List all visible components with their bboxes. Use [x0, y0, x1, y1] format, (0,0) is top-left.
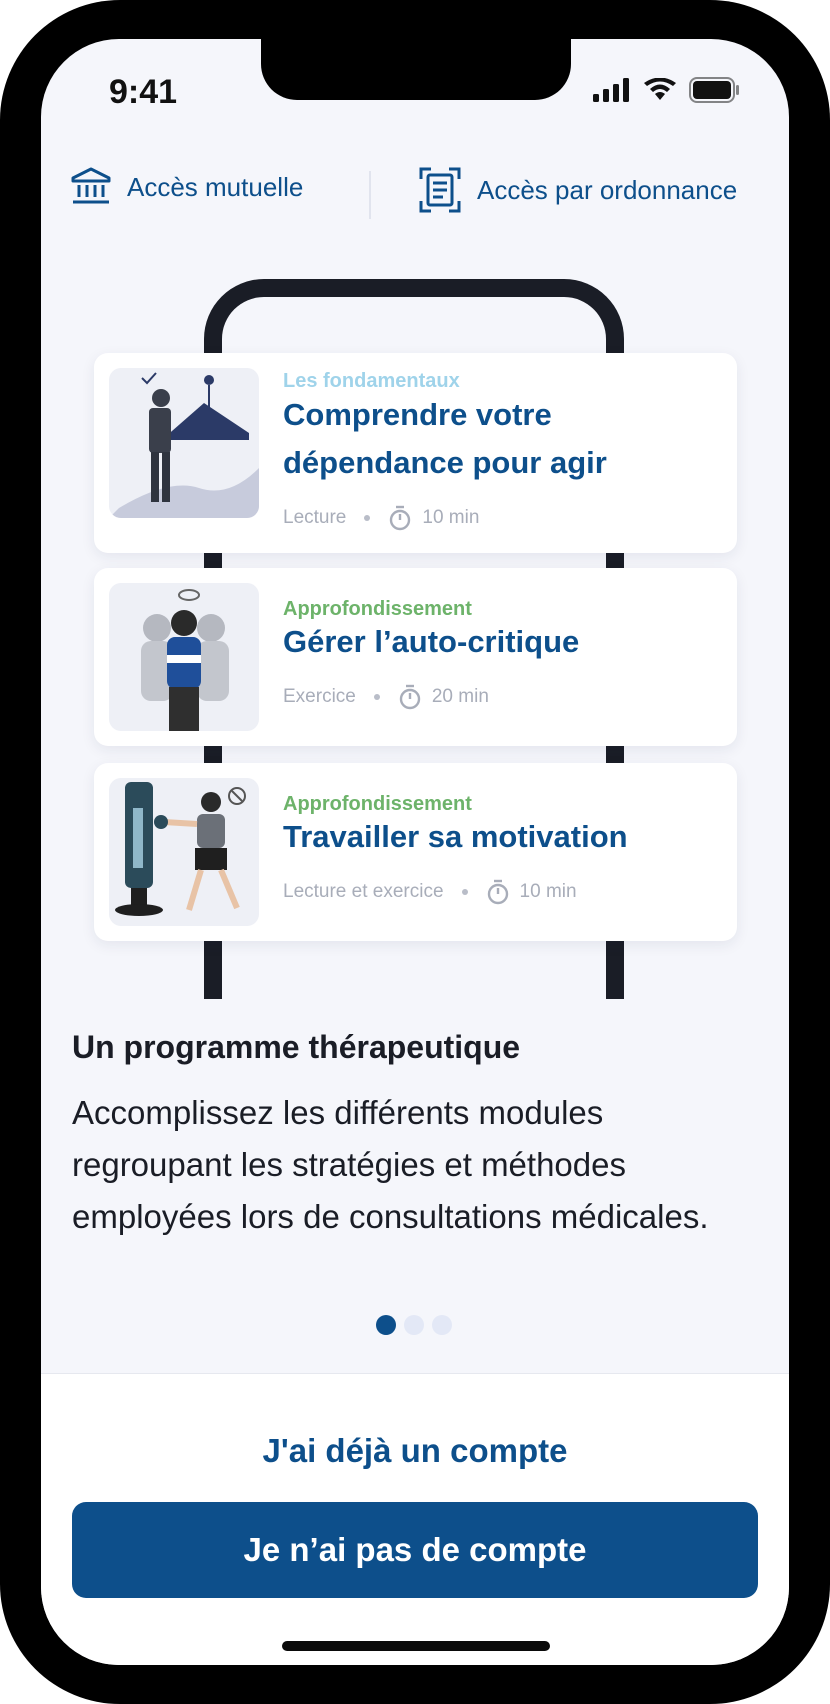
- module-type: Lecture et exercice: [283, 881, 444, 902]
- module-title: Gérer l’auto-critique: [283, 624, 580, 659]
- document-scan-icon: [419, 167, 461, 213]
- wifi-icon: [644, 78, 676, 100]
- separator-dot: [364, 515, 371, 521]
- module-card[interactable]: Approfondissement Travailler sa motivati…: [94, 763, 737, 941]
- onboarding-description: Accomplissez les différents modules regr…: [72, 1094, 709, 1235]
- notch: [261, 39, 571, 100]
- module-title: Comprendre votre dépendance pour agir: [283, 397, 607, 480]
- cellular-signal-icon: [593, 78, 629, 102]
- module-title: Travailler sa motivation: [283, 819, 628, 854]
- access-ordonnance-button[interactable]: Accès par ordonnance: [419, 167, 737, 213]
- page-dot-active[interactable]: [376, 1315, 396, 1335]
- bank-icon: [71, 167, 111, 204]
- access-ordonnance-label: Accès par ordonnance: [477, 174, 738, 205]
- status-icons: [593, 77, 741, 103]
- module-card[interactable]: Approfondissement Gérer l’auto-critique …: [94, 568, 737, 746]
- page-dot[interactable]: [432, 1315, 452, 1335]
- status-time: 9:41: [109, 73, 178, 111]
- module-category: Les fondamentaux: [283, 370, 460, 392]
- signup-button[interactable]: Je n’ai pas de compte: [72, 1502, 758, 1598]
- separator-dot: [461, 889, 468, 895]
- login-link[interactable]: J'ai déjà un compte: [41, 1432, 789, 1470]
- phone-frame: 9:41 Accès mutuelle Accès par ordonnance…: [0, 0, 830, 1704]
- module-card[interactable]: Les fondamentaux Comprendre votre dépend…: [94, 353, 737, 553]
- module-meta: Lecture et exercice 10 min: [283, 879, 577, 905]
- page-indicator[interactable]: [376, 1315, 452, 1335]
- module-illustration: [109, 583, 259, 731]
- module-meta: Exercice 20 min: [283, 684, 489, 710]
- access-mutuelle-button[interactable]: Accès mutuelle: [71, 167, 303, 207]
- onboarding-heading: Un programme thérapeutique: [72, 1029, 521, 1065]
- module-illustration: [109, 368, 259, 518]
- module-duration: 10 min: [422, 507, 480, 528]
- module-type: Exercice: [283, 686, 356, 707]
- bottom-actions: J'ai déjà un compte Je n’ai pas de compt…: [41, 1373, 789, 1665]
- timer-icon: [399, 684, 421, 710]
- timer-icon: [390, 505, 411, 531]
- battery-icon: [689, 77, 739, 103]
- module-meta: Lecture 10 min: [283, 505, 479, 531]
- app-screen: 9:41 Accès mutuelle Accès par ordonnance…: [41, 39, 789, 1665]
- page-dot[interactable]: [404, 1315, 424, 1335]
- timer-icon: [487, 879, 508, 905]
- module-duration: 10 min: [519, 881, 577, 902]
- module-type: Lecture: [283, 507, 347, 528]
- access-options: Accès mutuelle Accès par ordonnance: [41, 167, 789, 227]
- module-duration: 20 min: [431, 686, 489, 707]
- access-divider: [369, 171, 371, 219]
- module-illustration: [109, 778, 259, 926]
- separator-dot: [373, 694, 380, 700]
- home-indicator: [282, 1641, 550, 1651]
- access-mutuelle-label: Accès mutuelle: [127, 171, 304, 202]
